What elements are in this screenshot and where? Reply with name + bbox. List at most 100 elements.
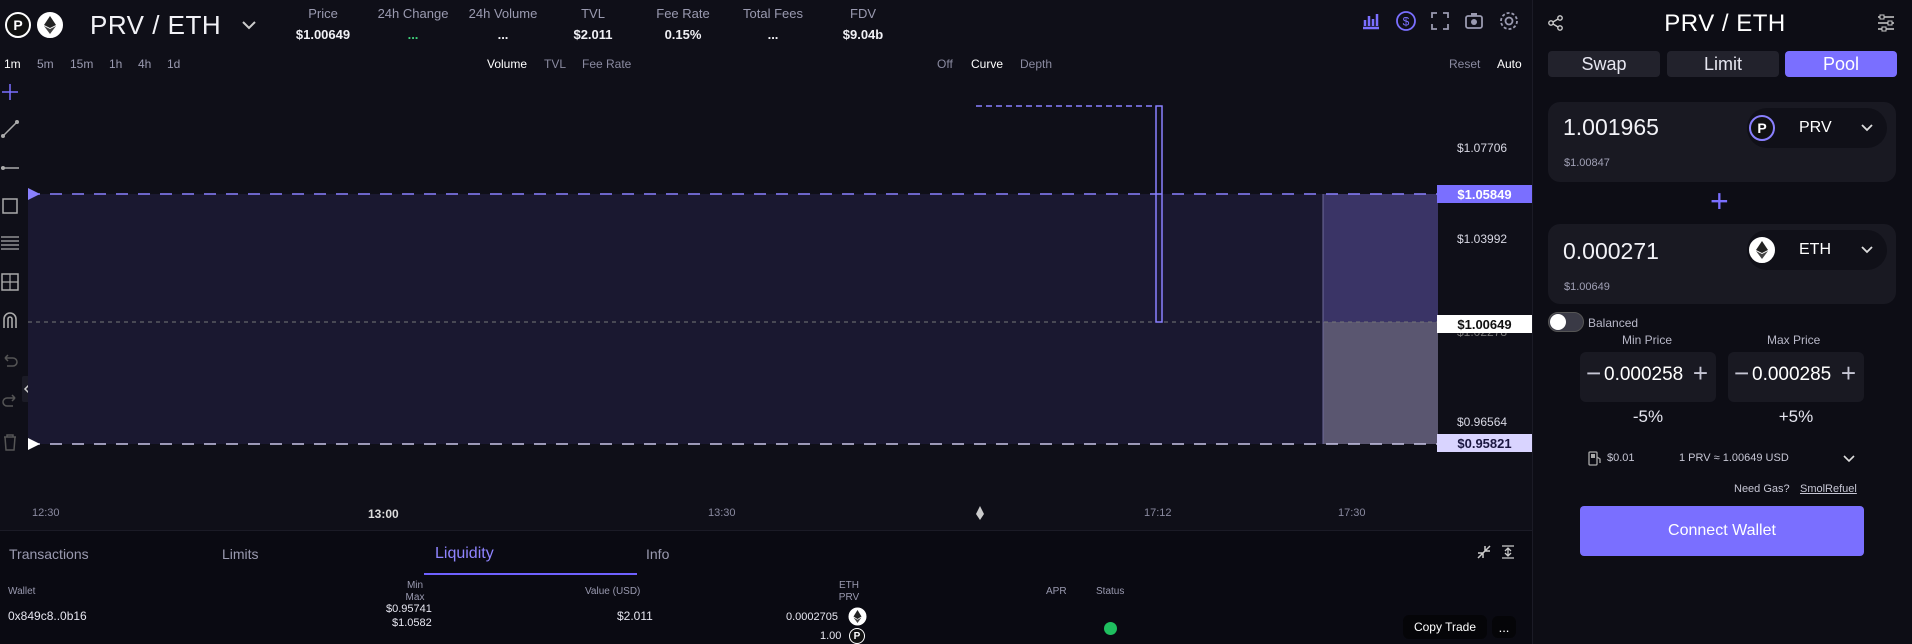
tab-liquidity[interactable]: Liquidity bbox=[435, 545, 494, 563]
time-axis-label: 13:00 bbox=[368, 507, 399, 521]
pair-title: PRV / ETH bbox=[90, 10, 222, 40]
row-min: $0.95741 bbox=[386, 603, 432, 615]
min-price-label: Min Price bbox=[1622, 333, 1673, 347]
svg-text:$: $ bbox=[1403, 15, 1410, 29]
max-price-percent: +5% bbox=[1778, 407, 1814, 426]
exchange-rate: 1 PRV ≈ 1.00649 USD bbox=[1679, 452, 1789, 464]
max-price-label: Max Price bbox=[1767, 333, 1821, 347]
panel-title: PRV / ETH bbox=[1664, 10, 1786, 37]
chevron-down-icon[interactable] bbox=[240, 16, 258, 34]
crosshair-icon[interactable] bbox=[0, 82, 20, 102]
stat-fdv: FDV $9.04b bbox=[842, 6, 884, 42]
price-axis-label: $0.96564 bbox=[1457, 415, 1508, 429]
prv-token-icon: P bbox=[5, 12, 31, 38]
rectangle-icon[interactable] bbox=[0, 196, 20, 216]
max-price-input[interactable]: 0.000285 bbox=[1752, 364, 1831, 386]
tab-info[interactable]: Info bbox=[646, 546, 669, 562]
balanced-label: Balanced bbox=[1588, 316, 1639, 330]
min-price-increment[interactable]: + bbox=[1693, 360, 1708, 386]
dollar-icon[interactable]: $ bbox=[1395, 10, 1417, 32]
timeframe-1m[interactable]: 1m bbox=[4, 57, 21, 71]
time-axis-label: 12:30 bbox=[32, 507, 60, 519]
token-a-usd: $1.00847 bbox=[1564, 157, 1610, 169]
trash-icon[interactable] bbox=[0, 432, 20, 452]
tab-swap[interactable]: Swap bbox=[1548, 51, 1660, 77]
token-b-amount-input[interactable]: 0.000271 bbox=[1563, 238, 1659, 265]
gear-icon[interactable] bbox=[1498, 10, 1520, 32]
price-axis-label: $1.07706 bbox=[1457, 141, 1508, 155]
row-value: $2.011 bbox=[617, 609, 653, 623]
share-icon[interactable] bbox=[1547, 14, 1565, 32]
auto-button[interactable]: Auto bbox=[1497, 57, 1522, 71]
trendline-icon[interactable] bbox=[0, 119, 20, 139]
chevron-down-icon[interactable] bbox=[1842, 452, 1856, 466]
price-axis-label: $1.03992 bbox=[1457, 232, 1508, 246]
screenshot-icon[interactable] bbox=[1463, 10, 1485, 32]
prv-token-icon: P bbox=[849, 628, 865, 644]
tab-pool[interactable]: Pool bbox=[1785, 51, 1897, 77]
status-dot bbox=[1104, 622, 1117, 635]
eth-token-icon bbox=[37, 12, 63, 38]
reset-button[interactable]: Reset bbox=[1449, 57, 1480, 71]
tab-limit[interactable]: Limit bbox=[1667, 51, 1779, 77]
current-price-tag: $1.00649 bbox=[1437, 315, 1532, 333]
upper-liquidity-bar bbox=[1323, 194, 1438, 322]
chart-type-icon[interactable] bbox=[1360, 10, 1382, 32]
gas-pump-icon bbox=[1588, 451, 1601, 466]
gas-cost: $0.01 bbox=[1607, 452, 1635, 464]
liquidity-chart[interactable] bbox=[28, 68, 1438, 498]
horizontal-line-icon[interactable] bbox=[0, 158, 20, 178]
max-price-stepper: − 0.000285 + bbox=[1728, 352, 1864, 402]
token-b-selector[interactable]: ETH bbox=[1747, 230, 1887, 270]
prv-token-icon: P bbox=[1749, 115, 1775, 141]
col-value: Value (USD) bbox=[585, 586, 641, 597]
time-axis-label: 13:30 bbox=[708, 507, 736, 519]
chevron-down-icon bbox=[1861, 124, 1873, 132]
wallet-address[interactable]: 0x849c8..0b16 bbox=[8, 609, 87, 623]
chart-area: P PRV / ETH Price $1.00649 24h Change... … bbox=[0, 0, 1532, 644]
col-status: Status bbox=[1096, 586, 1125, 597]
pair-header: P PRV / ETH Price $1.00649 24h Change... … bbox=[0, 0, 1532, 52]
fullscreen-icon[interactable] bbox=[1429, 10, 1451, 32]
tab-transactions[interactable]: Transactions bbox=[9, 546, 89, 562]
row-max: $1.0582 bbox=[392, 617, 432, 629]
eth-token-icon bbox=[848, 607, 867, 626]
chevron-down-icon bbox=[1861, 246, 1873, 254]
col-eth-prv: ETH PRV bbox=[838, 580, 860, 603]
col-min-max: Min Max bbox=[405, 580, 425, 603]
tab-limits[interactable]: Limits bbox=[222, 546, 259, 562]
active-tab-indicator bbox=[424, 573, 637, 575]
magnet-icon[interactable] bbox=[0, 310, 20, 330]
measure-icon[interactable] bbox=[0, 272, 20, 292]
collapse-icon[interactable] bbox=[1476, 544, 1492, 560]
lower-price-tag: $0.95821 bbox=[1437, 434, 1532, 452]
row-eth-amount-text: 0.0002705 bbox=[786, 611, 838, 623]
copy-trade-button[interactable]: Copy Trade bbox=[1403, 615, 1487, 639]
col-wallet: Wallet bbox=[8, 586, 36, 597]
min-price-decrement[interactable]: − bbox=[1586, 360, 1601, 386]
range-band bbox=[28, 194, 1438, 444]
min-price-input[interactable]: 0.000258 bbox=[1604, 364, 1683, 386]
min-price-percent: -5% bbox=[1632, 407, 1664, 426]
redo-icon[interactable] bbox=[0, 390, 20, 410]
token-a-selector[interactable]: P PRV bbox=[1747, 108, 1887, 148]
time-axis-label: 17:30 bbox=[1338, 507, 1366, 519]
more-button[interactable]: ... bbox=[1492, 616, 1516, 638]
row-prv-amount: 1.00 bbox=[820, 630, 842, 642]
max-price-increment[interactable]: + bbox=[1841, 360, 1856, 386]
min-price-stepper: − 0.000258 + bbox=[1580, 352, 1716, 402]
col-apr: APR bbox=[1046, 586, 1067, 597]
undo-icon[interactable] bbox=[0, 350, 20, 370]
balanced-toggle[interactable] bbox=[1548, 312, 1584, 332]
fib-icon[interactable] bbox=[0, 233, 20, 253]
settings-sliders-icon[interactable] bbox=[1876, 14, 1896, 32]
max-price-decrement[interactable]: − bbox=[1734, 360, 1749, 386]
smolrefuel-link[interactable]: SmolRefuel bbox=[1800, 483, 1857, 495]
need-gas-text: Need Gas? bbox=[1734, 483, 1790, 495]
expand-icon[interactable] bbox=[1500, 544, 1516, 560]
lower-liquidity-bar bbox=[1323, 322, 1438, 444]
upper-price-tag: $1.05849 bbox=[1437, 185, 1532, 203]
eth-marker-icon bbox=[976, 506, 984, 520]
token-a-amount-input[interactable]: 1.001965 bbox=[1563, 114, 1659, 141]
connect-wallet-button[interactable]: Connect Wallet bbox=[1580, 506, 1864, 556]
